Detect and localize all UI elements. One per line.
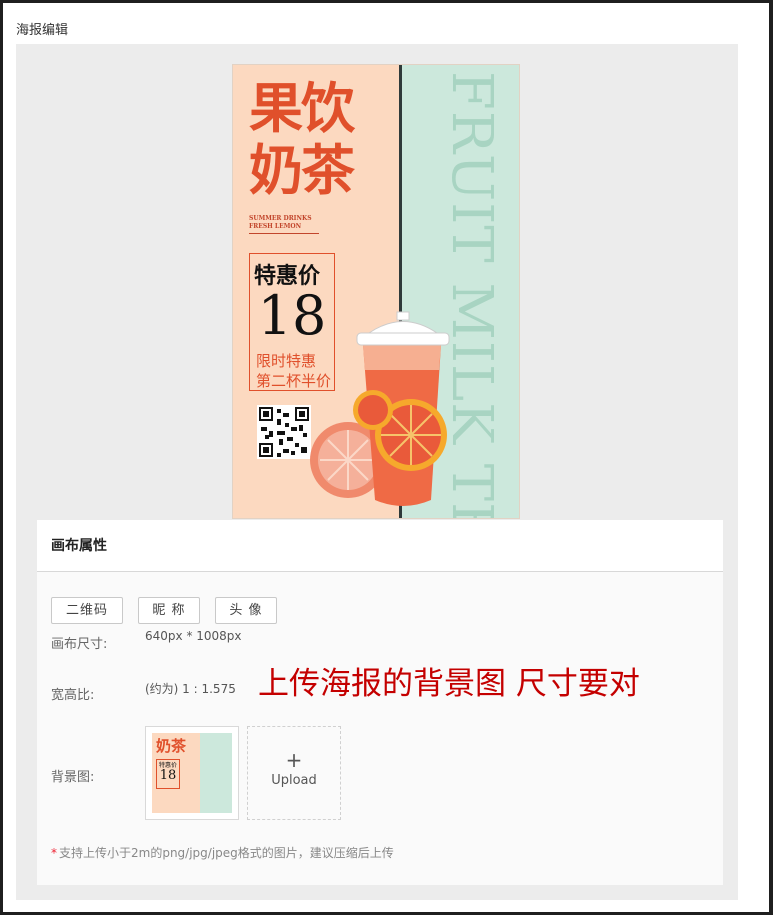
canvas-stage: FRUIT MILK TEA 果饮奶茶 SUMMER DRINKS FRESH … [16, 44, 738, 900]
editor-frame: 海报编辑 FRUIT MILK TEA 果饮奶茶 SUMMER DRINKS F… [3, 3, 769, 912]
upload-hint: * 支持上传小于2m的png/jpg/jpeg格式的图片，建议压缩后上传 [51, 844, 394, 861]
aspect-ratio-label: 宽高比: [51, 688, 95, 703]
add-avatar-button[interactable]: 头 像 [215, 597, 277, 624]
upload-hint-text: 支持上传小于2m的png/jpg/jpeg格式的图片，建议压缩后上传 [59, 846, 394, 860]
annotation-text: 上传海报的背景图 尺寸要对 [258, 666, 640, 702]
background-image-label: 背景图: [51, 770, 95, 785]
poster-subtitle: SUMMER DRINKS FRESH LEMON [249, 215, 319, 234]
canvas-size-label: 画布尺寸: [51, 637, 108, 652]
page-title: 海报编辑 [16, 23, 69, 38]
poster-title: 果饮奶茶 [249, 76, 355, 202]
thumbnail-mint-panel [200, 733, 232, 813]
add-qrcode-button[interactable]: 二维码 [51, 597, 123, 624]
upload-label: Upload [271, 773, 317, 788]
background-image-thumbnail[interactable]: 奶茶 特惠价 18 [145, 726, 239, 820]
aspect-ratio-value: (约为) 1 : 1.575 [145, 682, 236, 696]
add-nickname-button[interactable]: 昵 称 [138, 597, 200, 624]
plus-icon: + [285, 748, 303, 772]
thumbnail-title: 奶茶 [156, 737, 187, 755]
poster-subtitle-line2: FRESH LEMON [249, 223, 302, 230]
required-star: * [51, 846, 57, 860]
thumbnail-preview: 奶茶 特惠价 18 [152, 733, 232, 813]
panel-title: 画布属性 [37, 520, 723, 572]
panel-body: 二维码 昵 称 头 像 画布尺寸: 640px * 1008px 宽高比: (约… [37, 572, 723, 885]
thumbnail-price-value: 18 [159, 768, 177, 783]
poster-preview[interactable]: FRUIT MILK TEA 果饮奶茶 SUMMER DRINKS FRESH … [232, 64, 520, 519]
thumbnail-price-box: 特惠价 18 [156, 759, 180, 789]
drink-illustration [310, 311, 450, 506]
canvas-size-value: 640px * 1008px [145, 629, 242, 643]
poster-subtitle-line1: SUMMER DRINKS [249, 215, 312, 222]
upload-button[interactable]: + Upload [247, 726, 341, 820]
canvas-properties-panel: 画布属性 二维码 昵 称 头 像 画布尺寸: 640px * 1008px 宽高… [37, 520, 723, 885]
qr-code-icon [259, 407, 309, 457]
